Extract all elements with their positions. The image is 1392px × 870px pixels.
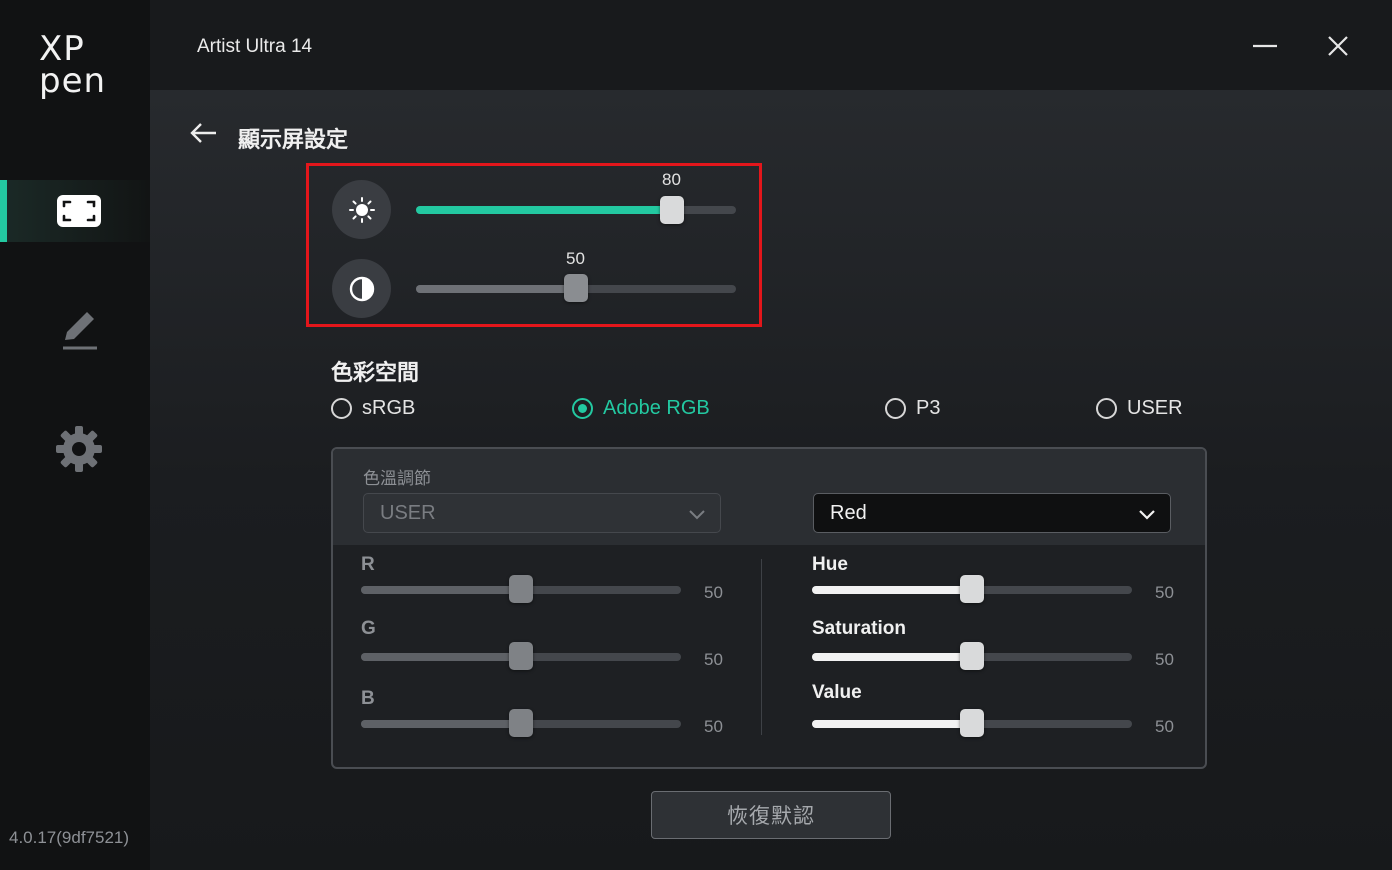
r-value: 50: [704, 583, 723, 602]
brightness-fill: [416, 206, 672, 214]
hue-slider-thumb[interactable]: [960, 575, 984, 603]
g-fill: [361, 653, 521, 661]
brightness-icon-badge: [332, 180, 391, 239]
hue-value: 50: [1155, 583, 1174, 602]
radio-adobe-rgb[interactable]: Adobe RGB: [572, 395, 710, 421]
g-label: G: [361, 618, 376, 639]
version-label: 4.0.17(9df7521): [9, 828, 130, 847]
saturation-value: 50: [1155, 650, 1174, 669]
close-icon[interactable]: [1320, 28, 1356, 64]
color-temp-label: 色溫調節: [363, 469, 431, 488]
sidebar-item-settings[interactable]: [0, 418, 150, 480]
sidebar: XP pen 4.0.17(9df7521): [0, 0, 150, 870]
contrast-fill: [416, 285, 576, 293]
hue-fill: [812, 586, 972, 594]
value-fill: [812, 720, 972, 728]
contrast-icon-badge: [332, 259, 391, 318]
back-arrow-icon[interactable]: [188, 119, 220, 147]
radio-circle: [885, 397, 906, 419]
contrast-icon: [349, 276, 374, 301]
logo-line-2: pen: [39, 61, 107, 101]
radio-label: Adobe RGB: [603, 396, 710, 419]
r-slider-thumb: [509, 575, 533, 603]
r-label: R: [361, 554, 375, 575]
panel-divider: [761, 559, 762, 735]
value-label: Value: [812, 682, 862, 703]
radio-label: USER: [1127, 396, 1183, 419]
gear-icon: [56, 426, 102, 472]
preset-select-value: USER: [380, 501, 436, 524]
radio-circle: [572, 397, 593, 419]
value-slider-thumb[interactable]: [960, 709, 984, 737]
radio-user[interactable]: USER: [1096, 395, 1183, 421]
r-fill: [361, 586, 521, 594]
radio-circle: [331, 397, 352, 419]
sidebar-item-display[interactable]: [0, 180, 150, 242]
b-label: B: [361, 688, 375, 709]
channel-select[interactable]: Red: [813, 493, 1171, 533]
xppen-logo: XP pen: [39, 32, 111, 101]
main-panel: Artist Ultra 14 顯示屏設定 80 50 色彩空間 sRGB Ad…: [150, 0, 1392, 870]
preset-select: USER: [363, 493, 721, 533]
radio-p3[interactable]: P3: [885, 395, 940, 421]
saturation-label: Saturation: [812, 618, 906, 639]
chevron-down-icon: [1139, 510, 1155, 520]
saturation-slider-thumb[interactable]: [960, 642, 984, 670]
radio-srgb[interactable]: sRGB: [331, 395, 415, 421]
pen-icon: [63, 312, 97, 350]
g-slider-thumb: [509, 642, 533, 670]
contrast-slider-thumb[interactable]: [564, 274, 588, 302]
radio-circle: [1096, 397, 1117, 419]
reset-defaults-button[interactable]: 恢復默認: [651, 791, 891, 839]
value-value: 50: [1155, 717, 1174, 736]
brightness-value: 80: [662, 170, 681, 189]
g-value: 50: [704, 650, 723, 669]
b-fill: [361, 720, 521, 728]
color-space-title: 色彩空間: [331, 360, 420, 385]
chevron-down-icon: [689, 510, 705, 520]
hue-label: Hue: [812, 554, 848, 575]
title-bar: Artist Ultra 14: [150, 0, 1392, 90]
sidebar-item-pen[interactable]: [0, 298, 150, 360]
contrast-value: 50: [566, 249, 585, 268]
channel-select-value: Red: [830, 501, 867, 524]
display-frame-icon: [57, 195, 101, 227]
app-title: Artist Ultra 14: [197, 36, 313, 57]
radio-label: P3: [916, 396, 941, 419]
brightness-slider-thumb[interactable]: [660, 196, 684, 224]
saturation-fill: [812, 653, 972, 661]
minimize-icon[interactable]: [1247, 28, 1283, 64]
b-value: 50: [704, 717, 723, 736]
page-title: 顯示屏設定: [238, 127, 349, 152]
brightness-slider[interactable]: [416, 206, 736, 214]
radio-label: sRGB: [362, 396, 416, 419]
color-temp-panel: 色溫調節 USER Red R 50 G 50 B 50 Hue 50 Satu…: [331, 447, 1207, 769]
b-slider-thumb: [509, 709, 533, 737]
brightness-icon: [348, 196, 375, 223]
